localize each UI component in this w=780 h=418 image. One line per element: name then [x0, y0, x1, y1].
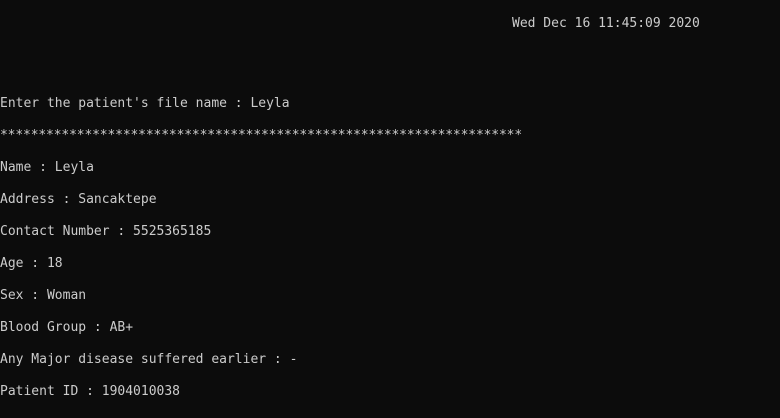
- prompt-input-value: Leyla: [250, 96, 290, 111]
- field-age: Age : 18: [0, 256, 63, 271]
- field-major-disease: Any Major disease suffered earlier : -: [0, 352, 298, 367]
- field-address: Address : Sancaktepe: [0, 192, 157, 207]
- prompt-label: Enter the patient's file name :: [0, 96, 251, 111]
- field-name: Name : Leyla: [0, 160, 94, 175]
- timestamp: Wed Dec 16 11:45:09 2020: [512, 16, 700, 31]
- field-blood-group: Blood Group : AB+: [0, 320, 134, 335]
- field-patient-id: Patient ID : 1904010038: [0, 384, 181, 399]
- file-name-prompt: Enter the patient's file name : Leyla: [0, 96, 290, 112]
- field-contact-number: Contact Number : 5525365185: [0, 224, 212, 239]
- separator-line: ****************************************…: [0, 128, 523, 143]
- field-sex: Sex : Woman: [0, 288, 87, 303]
